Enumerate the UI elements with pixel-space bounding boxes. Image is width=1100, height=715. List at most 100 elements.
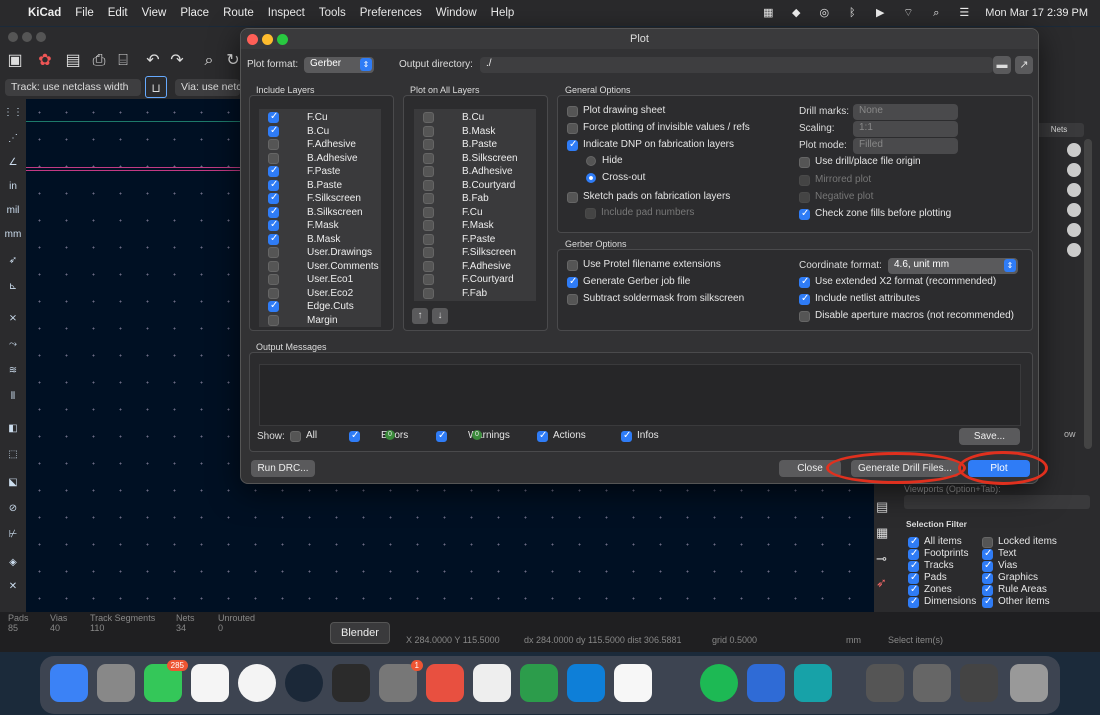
dialog-close-button[interactable] (247, 34, 258, 45)
plot-format-select[interactable]: Gerber ⇕ (304, 57, 374, 73)
via-size-select[interactable]: Via: use netc (175, 79, 240, 96)
graphics-outline-icon[interactable]: ⊬ (3, 525, 23, 545)
menu-window[interactable]: Window (436, 7, 477, 19)
chrome-icon[interactable] (238, 664, 276, 702)
recent-window-thumbnail[interactable] (866, 664, 904, 702)
axes-icon[interactable]: ⊾ (3, 277, 23, 297)
plot-all-layer-row[interactable]: B.Silkscreen (414, 152, 536, 166)
screen-mirror-icon[interactable]: ▦ (761, 7, 775, 19)
plot-all-layer-row[interactable]: F.Adhesive (414, 260, 536, 274)
scaling-select[interactable]: 1:1 (853, 121, 958, 137)
include-layer-row[interactable]: B.Paste (259, 179, 381, 193)
pad-mode-icon[interactable]: ⫴ (3, 387, 23, 407)
steam-icon[interactable] (285, 664, 323, 702)
menu-help[interactable]: Help (491, 7, 515, 19)
recent-window-thumbnail[interactable] (960, 664, 998, 702)
layer-checkbox[interactable] (423, 166, 434, 177)
layer-checkbox[interactable] (423, 125, 434, 137)
grid-overrides-icon[interactable]: ⋰ (3, 129, 23, 149)
plot-all-layer-row[interactable]: F.Courtyard (414, 273, 536, 287)
include-layer-row[interactable]: F.Mask (259, 219, 381, 233)
table-icon[interactable]: ▦ (876, 525, 896, 545)
clock[interactable]: Mon Mar 17 2:39 PM (985, 7, 1088, 19)
control-center-icon[interactable]: ☰ (957, 7, 971, 19)
layer-checkbox[interactable] (423, 179, 434, 191)
output-dir-input[interactable]: ./ (480, 57, 993, 73)
layer-checkbox[interactable] (423, 112, 434, 123)
ratsnest-icon[interactable]: ⨯ (3, 309, 23, 329)
board-setup-icon[interactable]: ✿ (34, 50, 56, 72)
photos-icon[interactable] (191, 664, 229, 702)
menu-route[interactable]: Route (223, 7, 254, 19)
include-layers-list[interactable]: F.Cu B.Cu F.Adhesive B.Adhesive F.Paste B.Pas… (259, 109, 381, 327)
recent-window-thumbnail[interactable] (913, 664, 951, 702)
curved-ratsnest-icon[interactable]: ⤳ (3, 335, 23, 355)
plot-all-layer-row[interactable]: B.Fab (414, 192, 536, 206)
layer-checkbox[interactable] (423, 260, 434, 272)
kicad-close-button[interactable] (8, 32, 18, 42)
messages-icon[interactable]: 285 (144, 660, 188, 702)
plot-all-layer-row[interactable]: B.Paste (414, 138, 536, 152)
include-layer-row[interactable]: B.Cu (259, 125, 381, 139)
finder-icon[interactable] (50, 664, 88, 702)
layer-checkbox[interactable] (268, 219, 279, 231)
wifi-icon[interactable]: ⌔ (901, 7, 915, 19)
vscode-icon[interactable] (567, 664, 605, 702)
plot-all-layer-row[interactable]: F.Fab (414, 287, 536, 301)
save-icon[interactable]: ▣ (4, 50, 26, 72)
menu-tools[interactable]: Tools (319, 7, 346, 19)
output-messages-area[interactable] (259, 364, 1021, 426)
layer-checkbox[interactable] (268, 233, 279, 245)
track-outline-icon[interactable]: ⬕ (3, 473, 23, 493)
undo-icon[interactable]: ↶ (142, 50, 164, 72)
menu-file[interactable]: File (75, 7, 94, 19)
layer-checkbox[interactable] (423, 193, 434, 204)
plot-all-layer-row[interactable]: B.Cu (414, 111, 536, 125)
system-settings-icon[interactable]: 1 (379, 660, 423, 702)
layer-checkbox[interactable] (423, 220, 434, 231)
layer-checkbox[interactable] (423, 287, 434, 299)
layer-checkbox[interactable] (268, 314, 279, 326)
units-inch[interactable]: in (3, 177, 23, 197)
menu-preferences[interactable]: Preferences (360, 7, 422, 19)
dialog-zoom-button[interactable] (277, 34, 288, 45)
folder-icon[interactable]: ▬ (993, 56, 1011, 74)
layer-checkbox[interactable] (423, 152, 434, 164)
opacity-slider[interactable] (1067, 223, 1081, 237)
tab-nets[interactable]: Nets (1034, 123, 1084, 137)
zone-outline-icon[interactable]: ⬚ (3, 445, 23, 465)
layer-checkbox[interactable] (423, 139, 434, 150)
menu-view[interactable]: View (142, 7, 167, 19)
blender-icon[interactable] (332, 664, 370, 702)
include-layer-row[interactable]: User.Comments (259, 260, 381, 274)
cursor-icon[interactable]: ➶ (3, 251, 23, 271)
viewports-select[interactable] (904, 495, 1090, 509)
tools-icon[interactable]: ✕ (3, 577, 23, 597)
plot-mode-select[interactable]: Filled (853, 138, 958, 154)
include-layer-row[interactable]: Edge.Cuts (259, 300, 381, 314)
app-status-icon[interactable]: ◆ (789, 7, 803, 19)
redo-icon[interactable]: ↷ (166, 50, 188, 72)
include-layer-row[interactable]: User.Drawings (259, 246, 381, 260)
plot-all-layer-row[interactable]: F.Silkscreen (414, 246, 536, 260)
plot-icon[interactable]: ⌸ (112, 50, 134, 72)
include-layer-row[interactable]: F.Adhesive (259, 138, 381, 152)
clear-selection-icon[interactable]: ➶ (876, 575, 896, 595)
via-outline-icon[interactable]: ⊘ (3, 499, 23, 519)
opacity-slider[interactable] (1067, 243, 1081, 257)
polar-coords-icon[interactable]: ∠ (3, 153, 23, 173)
layer-checkbox[interactable] (268, 206, 279, 218)
layer-checkbox[interactable] (423, 247, 434, 258)
plot-all-layer-row[interactable]: B.Adhesive (414, 165, 536, 179)
print-icon[interactable]: ⎙ (88, 50, 110, 72)
notes-icon[interactable] (614, 664, 652, 702)
units-mil[interactable]: mil (3, 201, 23, 221)
bluetooth-icon[interactable]: ᛒ (845, 7, 859, 19)
trash-icon[interactable] (1010, 664, 1048, 702)
plot-all-layer-row[interactable]: F.Cu (414, 206, 536, 220)
layer-checkbox[interactable] (268, 125, 279, 137)
include-layer-row[interactable]: F.Silkscreen (259, 192, 381, 206)
layer-checkbox[interactable] (423, 233, 434, 245)
kicad-zoom-button[interactable] (36, 32, 46, 42)
net-inspector-icon[interactable]: ⊸ (876, 551, 896, 571)
